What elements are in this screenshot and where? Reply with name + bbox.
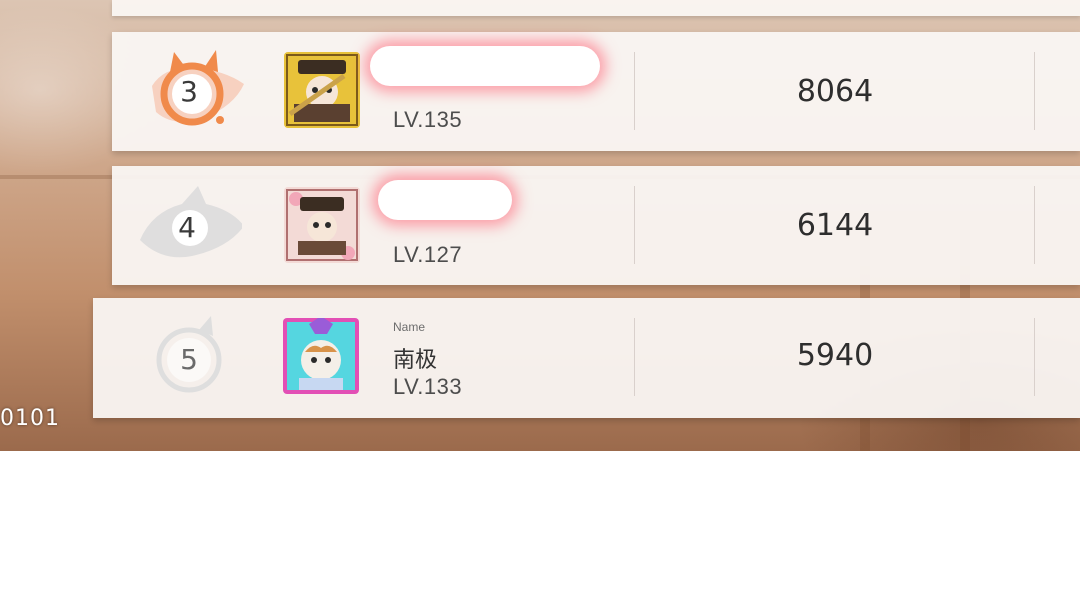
player-avatar[interactable] [283,318,359,394]
row-divider [1034,318,1035,396]
player-avatar[interactable] [284,52,360,128]
avatar-image [284,187,360,263]
row-divider [634,52,635,130]
player-name: 南极 [393,348,438,373]
redacted-name [370,46,600,86]
player-level: LV.127 [393,242,463,267]
player-score: 6144 [796,208,874,243]
rank-badge: 5 [139,314,249,404]
row-divider [634,318,635,396]
rank-number: 4 [178,210,196,244]
player-name-tag: Name [393,320,426,334]
redacted-name [378,180,512,220]
avatar-image [283,318,359,394]
player-score: 8064 [796,74,874,109]
rank-number: 5 [180,342,198,376]
player-level: LV.133 [393,374,463,399]
leaderboard-row[interactable]: 4 LV.127 6144 [112,166,1080,285]
player-level: LV.135 [393,107,463,132]
game-view: 0101 3 LV.135 8064 4 LV.127 6144 5 Name … [0,0,1080,451]
player-avatar[interactable] [284,187,360,263]
row-divider [1034,186,1035,264]
leaderboard-row[interactable]: 3 LV.135 8064 [112,32,1080,151]
leaderboard-row-previous[interactable] [112,0,1080,16]
rank-badge: 4 [132,182,244,272]
row-divider [634,186,635,264]
leaderboard-row[interactable]: 5 Name 南极 LV.133 5940 [93,298,1080,418]
rank-badge: 3 [134,46,244,136]
rank-number: 3 [180,74,198,108]
footer-code: 0101 [0,406,60,431]
avatar-image [284,52,360,128]
row-divider [1034,52,1035,130]
player-score: 5940 [796,338,874,373]
